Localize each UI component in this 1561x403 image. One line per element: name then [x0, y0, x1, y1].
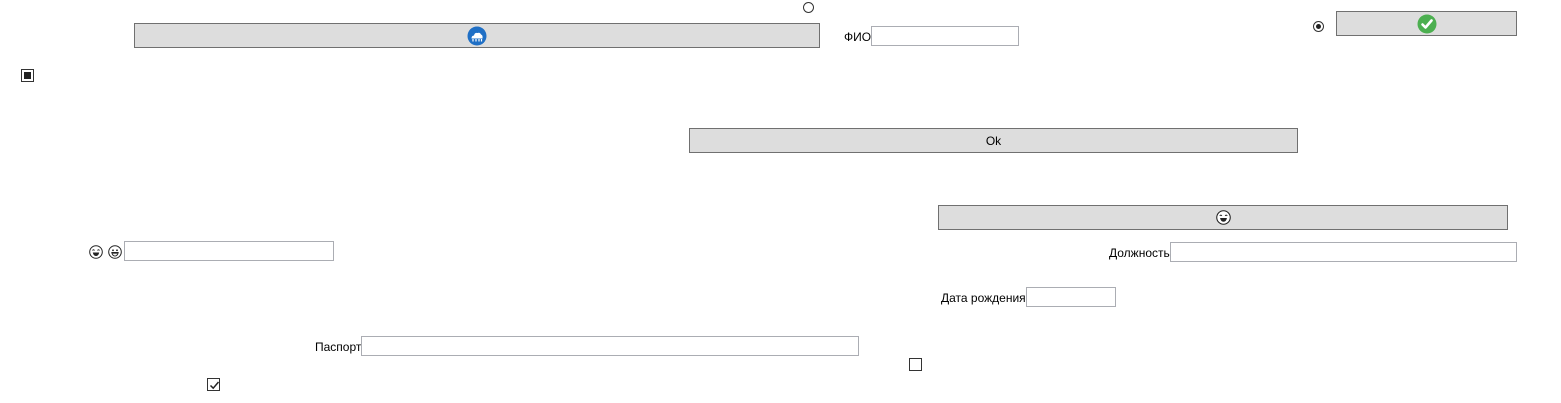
- window-content: ФИО Ok Должность Дата рождения Паспорт: [0, 0, 1561, 403]
- radio-top[interactable]: [803, 2, 814, 13]
- fio-input[interactable]: [871, 26, 1019, 46]
- green-check-icon: [1417, 14, 1437, 34]
- checkmark-icon: [209, 381, 220, 390]
- confirm-button[interactable]: [1336, 11, 1517, 36]
- cloud-button[interactable]: [134, 23, 820, 48]
- checkbox-unchecked[interactable]: [909, 358, 922, 371]
- laughing-face-icon: [1215, 210, 1231, 225]
- emoji-input[interactable]: [124, 241, 334, 261]
- checkbox-checked[interactable]: [207, 378, 220, 391]
- laughing-face-icon: [89, 245, 103, 259]
- position-label: Должность: [1109, 246, 1170, 260]
- grinning-face-icon: [108, 245, 122, 259]
- emoji-button[interactable]: [938, 205, 1508, 230]
- checkbox-fill: [24, 72, 31, 79]
- passport-label: Паспорт: [315, 340, 362, 354]
- ok-button[interactable]: Ok: [689, 128, 1298, 153]
- birthdate-label: Дата рождения: [941, 291, 1026, 305]
- cloud-icon: [467, 26, 487, 46]
- position-input[interactable]: [1170, 242, 1517, 262]
- fio-label: ФИО: [844, 30, 872, 44]
- checkbox-indeterminate[interactable]: [21, 69, 34, 82]
- passport-input[interactable]: [361, 336, 859, 356]
- birthdate-input[interactable]: [1026, 287, 1116, 307]
- radio-right[interactable]: [1313, 21, 1324, 32]
- radio-dot: [1316, 24, 1321, 29]
